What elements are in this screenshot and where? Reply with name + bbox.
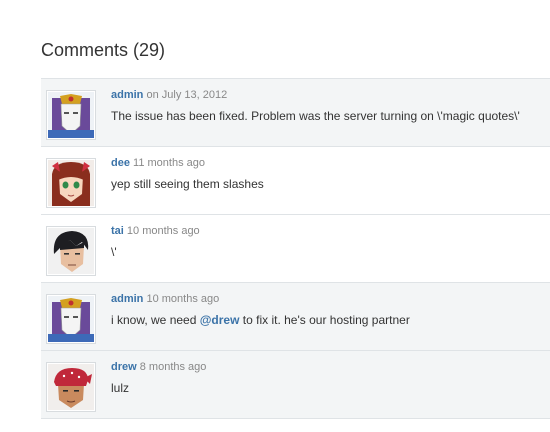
- red-haired-girl-avatar-icon: [48, 160, 94, 206]
- comment-timestamp: 10 months ago: [146, 293, 220, 305]
- comment-text-end: to fix it. he's our hosting partner: [239, 313, 410, 327]
- masked-admin-avatar-icon: [48, 92, 94, 138]
- comment-timestamp: 8 months ago: [139, 361, 207, 373]
- avatar[interactable]: [46, 158, 96, 208]
- comment-text: i know, we need @drew to fix it. he's ou…: [111, 313, 410, 327]
- comments-heading: Comments (29): [41, 40, 166, 60]
- comment-meta: drew 8 months ago: [111, 361, 206, 373]
- comment-item: admin 10 months ago i know, we need @dre…: [41, 283, 550, 351]
- comment-meta: tai 10 months ago: [111, 225, 200, 237]
- comment-author-link[interactable]: admin: [111, 89, 143, 101]
- comment-author-link[interactable]: tai: [111, 225, 124, 237]
- comment-text: The issue has been fixed. Problem was th…: [111, 109, 520, 123]
- dark-haired-man-avatar-icon: [48, 228, 94, 274]
- avatar[interactable]: [46, 90, 96, 140]
- avatar[interactable]: [46, 362, 96, 412]
- mention-link[interactable]: @drew: [200, 313, 240, 327]
- comment-author-link[interactable]: admin: [111, 293, 143, 305]
- comment-timestamp: 11 months ago: [133, 157, 205, 169]
- comment-item: admin on July 13, 2012 The issue has bee…: [41, 79, 550, 147]
- comment-text-start: i know, we need: [111, 313, 200, 327]
- masked-admin-avatar-icon: [48, 296, 94, 342]
- comment-item: dee 11 months ago yep still seeing them …: [41, 147, 550, 215]
- comment-item: drew 8 months ago lulz: [41, 351, 550, 419]
- comment-author-link[interactable]: dee: [111, 157, 130, 169]
- comment-text: lulz: [111, 381, 130, 395]
- comment-meta: admin 10 months ago: [111, 293, 219, 305]
- comment-timestamp: on July 13, 2012: [146, 89, 228, 101]
- comment-list: admin on July 13, 2012 The issue has bee…: [41, 78, 550, 419]
- comment-timestamp: 10 months ago: [126, 225, 200, 237]
- comment-text: \': [111, 245, 117, 259]
- bandana-man-avatar-icon: [48, 364, 94, 410]
- comment-text: yep still seeing them slashes: [111, 177, 264, 191]
- avatar[interactable]: [46, 226, 96, 276]
- comment-meta: admin on July 13, 2012: [111, 89, 227, 101]
- comment-meta: dee 11 months ago: [111, 157, 205, 169]
- comment-item: tai 10 months ago \': [41, 215, 550, 283]
- avatar[interactable]: [46, 294, 96, 344]
- comment-author-link[interactable]: drew: [111, 361, 137, 373]
